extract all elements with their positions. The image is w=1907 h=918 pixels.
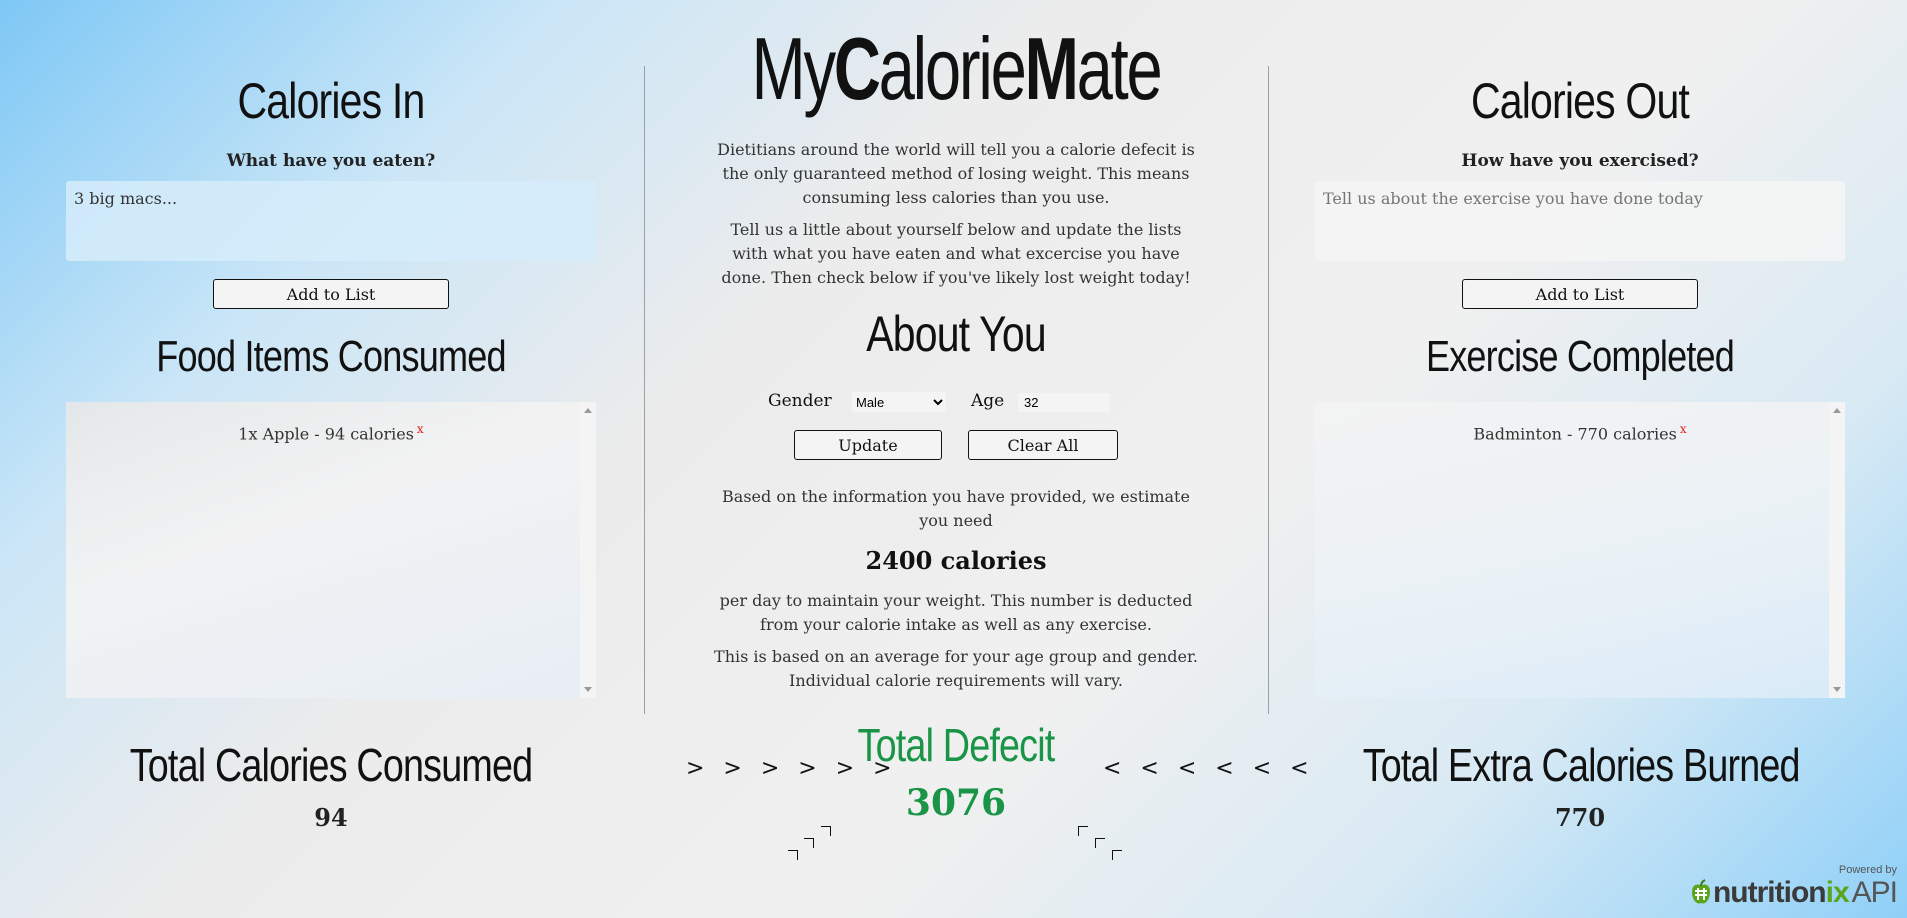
app-logo: MyCalorieMate (751, 19, 1162, 118)
gender-label: Gender (768, 391, 832, 411)
apple-icon (1691, 879, 1710, 904)
scroll-up-icon[interactable] (1833, 408, 1841, 413)
powered-by-badge[interactable]: Powered by nutrition ix API (1689, 864, 1898, 910)
total-consumed-value: 94 (314, 803, 348, 832)
food-item-label: 1x Apple - 94 calories (238, 424, 414, 444)
remove-exercise-icon[interactable]: x (1680, 422, 1687, 436)
add-food-button[interactable]: Add to List (213, 279, 449, 309)
exercise-item-label: Badminton - 770 calories (1473, 424, 1677, 444)
scroll-up-icon[interactable] (584, 408, 592, 413)
left-divider (644, 66, 645, 714)
exercise-list-scrollbar[interactable] (1829, 402, 1845, 698)
food-input[interactable]: 3 big macs... (66, 181, 596, 261)
age-label: Age (971, 391, 1005, 411)
powered-by-label: Powered by (1838, 864, 1897, 876)
food-list[interactable]: 1x Apple - 94 calories x (66, 402, 596, 698)
calories-out-title: Calories Out (1470, 73, 1690, 129)
right-arrows: > > > > > > (686, 756, 898, 781)
about-title: About You (866, 306, 1046, 362)
intro-text-2: Tell us a little about yourself below an… (721, 220, 1191, 287)
intro-text-1: Dietitians around the world will tell yo… (717, 140, 1195, 207)
scroll-down-icon[interactable] (584, 687, 592, 692)
nutritionix-logo: nutrition ix API (1689, 876, 1898, 910)
food-list-title: Food Items Consumed (156, 332, 506, 381)
gender-select[interactable]: Male (852, 392, 946, 412)
calories-in-title: Calories In (237, 73, 426, 129)
food-question: What have you eaten? (226, 151, 436, 171)
left-arrows: < < < < < < (1103, 756, 1315, 781)
total-burned-title: Total Extra Calories Burned (1362, 739, 1801, 791)
list-item: 1x Apple - 94 calories x (66, 422, 596, 443)
total-defecit-value: 3076 (905, 782, 1007, 824)
total-burned-value: 770 (1554, 803, 1606, 832)
estimate-after: per day to maintain your weight. This nu… (719, 591, 1193, 634)
food-list-scrollbar[interactable] (580, 402, 596, 698)
clear-all-button[interactable]: Clear All (968, 430, 1118, 460)
add-exercise-button[interactable]: Add to List (1462, 279, 1698, 309)
remove-food-icon[interactable]: x (417, 422, 424, 436)
total-consumed-title: Total Calories Consumed (129, 739, 533, 791)
list-item: Badminton - 770 calories x (1315, 422, 1845, 443)
disclaimer: This is based on an average for your age… (714, 647, 1198, 690)
exercise-question: How have you exercised? (1461, 151, 1699, 171)
estimate-intro: Based on the information you have provid… (722, 487, 1190, 530)
exercise-input[interactable] (1315, 181, 1845, 261)
update-button[interactable]: Update (794, 430, 942, 460)
estimate-value: 2400 calories (865, 546, 1047, 575)
exercise-list-title: Exercise Completed (1425, 332, 1735, 381)
scroll-down-icon[interactable] (1833, 687, 1841, 692)
age-input[interactable] (1018, 393, 1110, 412)
right-divider (1268, 66, 1269, 714)
exercise-list[interactable]: Badminton - 770 calories x (1315, 402, 1845, 698)
